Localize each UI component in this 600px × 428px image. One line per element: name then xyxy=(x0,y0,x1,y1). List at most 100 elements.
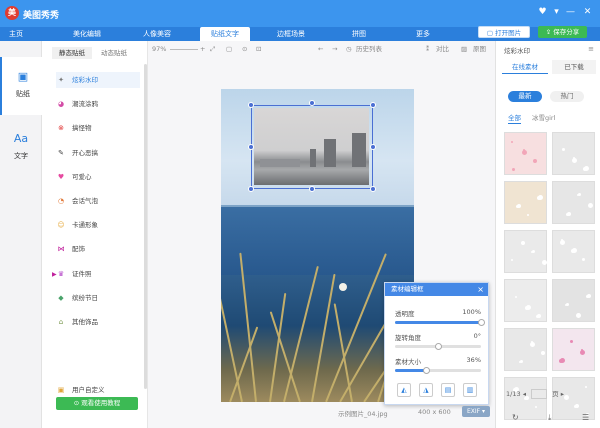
panel-menu-icon[interactable]: ≡ xyxy=(588,45,594,53)
subtab-animated[interactable]: 动态贴纸 xyxy=(94,47,134,59)
material-edit-box: 素材编辑框 × 透明度 100% 旋转角度 0° 素材大小 36% ◭ ◮ ▤ … xyxy=(384,282,489,405)
tab-collage[interactable]: 拼图 xyxy=(344,27,374,41)
undo-icon[interactable]: ← xyxy=(318,44,323,54)
material-thumbnail[interactable] xyxy=(552,230,595,273)
resize-handle-tl[interactable] xyxy=(248,102,254,108)
category-label: 用户自定义 xyxy=(72,386,105,394)
flip-horizontal-icon[interactable]: ◭ xyxy=(397,383,411,397)
resize-handle-br[interactable] xyxy=(370,186,376,192)
thumbnail-sparkle xyxy=(512,168,515,171)
watch-tutorial-button[interactable]: ⊙ 观看使用教程 xyxy=(56,397,138,410)
magnifier-icon[interactable]: ⊙ xyxy=(242,44,247,54)
subtab-static[interactable]: 静态贴纸 xyxy=(52,47,92,59)
category-item[interactable]: ◔ 会话气泡 xyxy=(56,193,148,209)
rail-item-text[interactable]: Aa 文字 xyxy=(0,119,42,177)
layer-up-icon[interactable]: ▤ xyxy=(441,383,455,397)
resize-handle-bl[interactable] xyxy=(248,186,254,192)
tab-more[interactable]: 更多 xyxy=(408,27,438,41)
menu-icon[interactable]: ▾ xyxy=(551,7,562,18)
rotate-handle[interactable] xyxy=(309,100,315,106)
category-item[interactable]: ◕ 潮流涂鸦 xyxy=(56,96,148,112)
material-thumbnail[interactable] xyxy=(552,132,595,175)
filter-hot[interactable]: 热门 xyxy=(550,91,584,102)
category-all[interactable]: 全部 xyxy=(508,113,521,124)
category-item[interactable]: ⌂ 其他饰品 xyxy=(56,314,148,330)
next-page-icon[interactable]: ▸ xyxy=(561,390,564,398)
resize-handle-tr[interactable] xyxy=(370,102,376,108)
rotation-row: 旋转角度 0° xyxy=(395,332,481,342)
prev-page-icon[interactable]: ◂ xyxy=(523,390,528,398)
resize-handle-l[interactable] xyxy=(248,144,254,150)
material-thumbnail[interactable] xyxy=(552,279,595,322)
crop-icon[interactable]: ⊡ xyxy=(256,44,261,54)
category-item[interactable]: ☺ 卡通形象 xyxy=(56,217,148,233)
compare-button[interactable]: 对比 xyxy=(436,44,449,54)
size-slider[interactable] xyxy=(395,367,481,374)
sticker-selection-frame[interactable] xyxy=(251,105,373,189)
opacity-slider[interactable] xyxy=(395,319,485,326)
size-slider-fill xyxy=(395,369,426,372)
category-item[interactable]: ▣ 用户自定义 xyxy=(56,382,148,398)
history-icon[interactable]: ◷ xyxy=(346,44,352,54)
material-thumbnail[interactable] xyxy=(504,181,547,224)
material-thumbnail[interactable] xyxy=(504,328,547,371)
category-item[interactable]: ◆ 缤纷节日 xyxy=(56,290,148,306)
category-item[interactable]: ✦ 炫彩水印 xyxy=(56,72,140,88)
thumbnail-sparkle xyxy=(517,204,521,208)
open-image-button[interactable]: ▢ 打开图片 xyxy=(478,26,530,38)
history-list-button[interactable]: 历史列表 xyxy=(356,44,382,54)
rail-stickers-label: 贴纸 xyxy=(16,90,30,98)
save-share-button[interactable]: ⇪ 保存分享 xyxy=(538,26,587,38)
compare-icon[interactable]: ⁑ xyxy=(426,44,429,54)
download-icon[interactable]: ⤓ xyxy=(548,413,552,423)
fit-icon[interactable]: ⤢ xyxy=(210,44,215,54)
tab-downloaded[interactable]: 已下载 xyxy=(552,60,596,74)
tab-portrait[interactable]: 人像美容 xyxy=(134,27,180,41)
tab-frames[interactable]: 边框场景 xyxy=(268,27,314,41)
category-item[interactable]: ⋈ 配饰 xyxy=(56,241,148,257)
category-item[interactable]: ♥ 可爱心 xyxy=(56,169,148,185)
zoom-in-icon[interactable]: + xyxy=(200,44,205,54)
thumbnail-sparkle xyxy=(532,250,535,253)
zoom-slider[interactable] xyxy=(170,49,198,50)
thumbnail-sparkle xyxy=(582,258,585,261)
size-slider-knob[interactable] xyxy=(422,367,430,374)
category-item[interactable]: ⊗ 搞怪物 xyxy=(56,120,148,136)
flip-vertical-icon[interactable]: ◮ xyxy=(419,383,433,397)
rotation-slider[interactable] xyxy=(395,343,481,350)
close-button[interactable]: ✕ xyxy=(582,7,593,18)
exif-button[interactable]: EXIF ▾ xyxy=(462,406,490,417)
original-button[interactable]: 原图 xyxy=(473,44,486,54)
tab-beautify[interactable]: 美化编辑 xyxy=(64,27,110,41)
category-scrollbar[interactable] xyxy=(144,64,147,389)
material-thumbnail[interactable] xyxy=(552,181,595,224)
redo-icon[interactable]: → xyxy=(332,44,337,54)
original-icon[interactable]: ▨ xyxy=(461,44,467,54)
actual-size-icon[interactable]: ▢ xyxy=(226,44,232,54)
category-item[interactable]: ♛ 证件照 xyxy=(56,266,148,282)
rotation-slider-knob[interactable] xyxy=(435,343,442,350)
close-icon[interactable]: × xyxy=(477,283,484,296)
category-ice-girl[interactable]: 冰雪girl xyxy=(532,113,555,124)
page-input[interactable] xyxy=(531,389,548,399)
opacity-slider-knob[interactable] xyxy=(478,319,485,326)
category-item[interactable]: ✎ 开心恶搞 xyxy=(56,145,148,161)
material-thumbnail[interactable] xyxy=(504,279,547,322)
rail-item-stickers[interactable]: ▣ 贴纸 xyxy=(0,57,42,115)
manage-icon[interactable]: ☰ xyxy=(582,413,589,422)
sticker-building xyxy=(352,133,366,167)
skin-icon[interactable]: ♥ xyxy=(537,7,548,18)
resize-handle-b[interactable] xyxy=(309,186,315,192)
material-thumbnail[interactable] xyxy=(504,132,547,175)
category-icon: ♛ xyxy=(57,269,65,278)
filter-latest[interactable]: 最新 xyxy=(508,91,542,102)
material-thumbnail[interactable] xyxy=(504,230,547,273)
tab-stickers[interactable]: 贴纸文字 xyxy=(200,27,250,41)
material-thumbnail[interactable] xyxy=(552,328,595,371)
resize-handle-r[interactable] xyxy=(370,144,376,150)
minimize-button[interactable]: — xyxy=(565,7,576,18)
tab-online-materials[interactable]: 在线素材 xyxy=(502,60,548,74)
layer-down-icon[interactable]: ▥ xyxy=(463,383,477,397)
tab-home[interactable]: 主页 xyxy=(0,27,32,41)
refresh-icon[interactable]: ↻ xyxy=(512,413,519,422)
